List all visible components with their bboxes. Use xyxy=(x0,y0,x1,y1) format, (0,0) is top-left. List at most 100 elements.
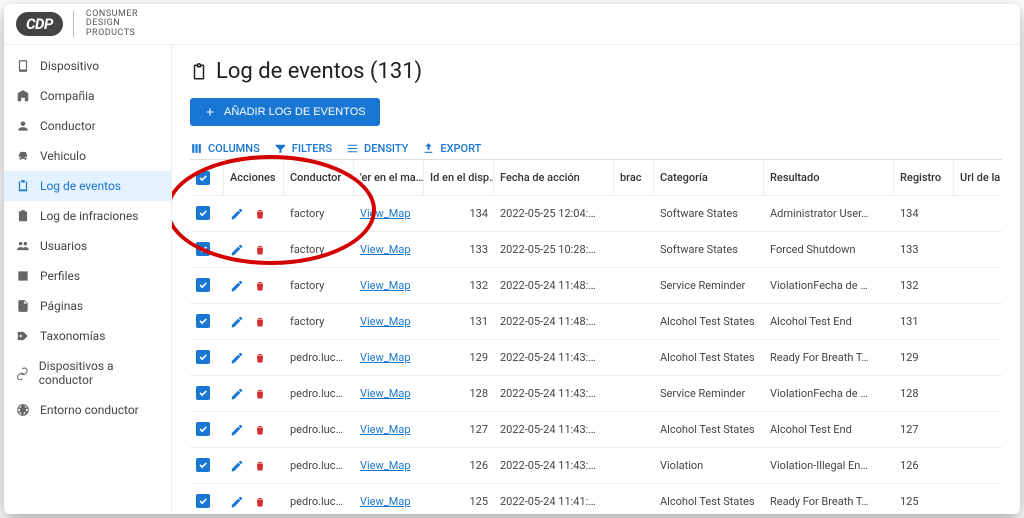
sidebar-item-compañia[interactable]: Compañia xyxy=(4,81,171,111)
cell-resultado: Violation-Illegal En… xyxy=(764,459,894,472)
col-conductor[interactable]: Conductor xyxy=(284,160,354,195)
edit-icon[interactable] xyxy=(230,243,244,257)
cell-id: 125 xyxy=(424,495,494,508)
checkbox-icon xyxy=(196,386,210,400)
add-event-log-button[interactable]: AÑADIR LOG DE EVENTOS xyxy=(190,98,380,126)
cell-id: 129 xyxy=(424,351,494,364)
row-checkbox[interactable] xyxy=(190,206,224,221)
cell-conductor: pedro.luca… xyxy=(284,423,354,436)
checkbox-icon xyxy=(196,422,210,436)
delete-icon[interactable] xyxy=(254,351,266,365)
cell-id: 126 xyxy=(424,459,494,472)
edit-icon[interactable] xyxy=(230,315,244,329)
cell-id: 134 xyxy=(424,207,494,220)
filters-button[interactable]: FILTERS xyxy=(274,142,332,155)
cell-fecha-accion: 2022-05-24 11:41:… xyxy=(494,495,614,508)
edit-icon[interactable] xyxy=(230,459,244,473)
table-row: pedro.luca…View_Map1272022-05-24 11:43:…… xyxy=(190,412,1002,448)
sidebar-item-dispositivos-a-conductor[interactable]: Dispositivos a conductor xyxy=(4,351,171,395)
row-actions xyxy=(224,423,284,437)
row-checkbox[interactable] xyxy=(190,494,224,509)
row-actions xyxy=(224,279,284,293)
view-map-link[interactable]: View_Map xyxy=(360,351,411,364)
table-row: factoryView_Map1332022-05-25 10:28:…Soft… xyxy=(190,232,1002,268)
view-map-link[interactable]: View_Map xyxy=(360,387,411,400)
data-grid: Acciones Conductor 'er en el ma… Id en e… xyxy=(190,159,1002,513)
sidebar-item-vehiculo[interactable]: Vehiculo xyxy=(4,141,171,171)
sidebar-item-taxonomías[interactable]: Taxonomías xyxy=(4,321,171,351)
cell-id: 131 xyxy=(424,315,494,328)
row-checkbox[interactable] xyxy=(190,314,224,329)
sidebar-item-perfiles[interactable]: Perfiles xyxy=(4,261,171,291)
sidebar-item-conductor[interactable]: Conductor xyxy=(4,111,171,141)
cell-conductor: pedro.luca… xyxy=(284,387,354,400)
sidebar-item-usuarios[interactable]: Usuarios xyxy=(4,231,171,261)
delete-icon[interactable] xyxy=(254,459,266,473)
edit-icon[interactable] xyxy=(230,351,244,365)
delete-icon[interactable] xyxy=(254,243,266,257)
row-checkbox[interactable] xyxy=(190,422,224,437)
col-brac[interactable]: brac xyxy=(614,160,654,195)
view-map-link[interactable]: View_Map xyxy=(360,279,411,292)
edit-icon[interactable] xyxy=(230,423,244,437)
row-checkbox[interactable] xyxy=(190,386,224,401)
delete-icon[interactable] xyxy=(254,279,266,293)
view-map-link[interactable]: View_Map xyxy=(360,459,411,472)
plus-icon xyxy=(204,106,216,118)
globe-icon xyxy=(16,403,30,417)
header-checkbox-cell[interactable] xyxy=(190,160,224,195)
row-checkbox[interactable] xyxy=(190,350,224,365)
col-fecha-accion[interactable]: Fecha de acción xyxy=(494,160,614,195)
delete-icon[interactable] xyxy=(254,423,266,437)
edit-icon[interactable] xyxy=(230,387,244,401)
col-resultado[interactable]: Resultado xyxy=(764,160,894,195)
col-acciones[interactable]: Acciones xyxy=(224,160,284,195)
col-categoria[interactable]: Categoría xyxy=(654,160,764,195)
sidebar-item-entorno-conductor[interactable]: Entorno conductor xyxy=(4,395,171,425)
label-icon xyxy=(16,329,30,343)
row-checkbox[interactable] xyxy=(190,458,224,473)
cell-conductor: factory xyxy=(284,315,354,328)
delete-icon[interactable] xyxy=(254,207,266,221)
sidebar-item-label: Log de eventos xyxy=(40,179,121,193)
edit-icon[interactable] xyxy=(230,207,244,221)
sidebar-item-label: Compañia xyxy=(40,89,95,103)
row-checkbox[interactable] xyxy=(190,242,224,257)
cell-categoria: Software States xyxy=(654,207,764,220)
view-map-link[interactable]: View_Map xyxy=(360,315,411,328)
export-button[interactable]: EXPORT xyxy=(422,142,481,155)
view-map-link[interactable]: View_Map xyxy=(360,243,411,256)
cell-categoria: Service Reminder xyxy=(654,387,764,400)
view-map-link[interactable]: View_Map xyxy=(360,423,411,436)
col-url-foto[interactable]: Url de la foto xyxy=(954,160,1002,195)
density-button[interactable]: DENSITY xyxy=(346,142,408,155)
cell-resultado: Forced Shutdown xyxy=(764,243,894,256)
sidebar-item-log-de-eventos[interactable]: Log de eventos xyxy=(4,171,171,201)
delete-icon[interactable] xyxy=(254,495,266,509)
col-map[interactable]: 'er en el ma… xyxy=(354,160,424,195)
sidebar-item-label: Dispositivo xyxy=(40,59,99,73)
checkbox-icon xyxy=(196,242,210,256)
row-actions xyxy=(224,351,284,365)
table-row: factoryView_Map1342022-05-25 12:04:…Soft… xyxy=(190,196,1002,232)
logo-divider xyxy=(73,11,74,37)
row-checkbox[interactable] xyxy=(190,278,224,293)
edit-icon[interactable] xyxy=(230,495,244,509)
cell-resultado: ViolationFecha de … xyxy=(764,279,894,292)
view-map-link[interactable]: View_Map xyxy=(360,207,411,220)
cell-fecha-accion: 2022-05-24 11:43:… xyxy=(494,459,614,472)
cell-id: 133 xyxy=(424,243,494,256)
sidebar-item-páginas[interactable]: Páginas xyxy=(4,291,171,321)
logo-badge: CDP xyxy=(16,12,63,36)
sidebar-item-log-de-infraciones[interactable]: Log de infraciones xyxy=(4,201,171,231)
person-icon xyxy=(16,119,30,133)
sidebar-item-dispositivo[interactable]: Dispositivo xyxy=(4,51,171,81)
columns-button[interactable]: COLUMNS xyxy=(190,142,260,155)
edit-icon[interactable] xyxy=(230,279,244,293)
col-id-disp[interactable]: Id en el disp… xyxy=(424,160,494,195)
view-map-link[interactable]: View_Map xyxy=(360,495,411,508)
delete-icon[interactable] xyxy=(254,315,266,329)
col-registro[interactable]: Registro xyxy=(894,160,954,195)
delete-icon[interactable] xyxy=(254,387,266,401)
cell-resultado: Administrator User… xyxy=(764,207,894,220)
